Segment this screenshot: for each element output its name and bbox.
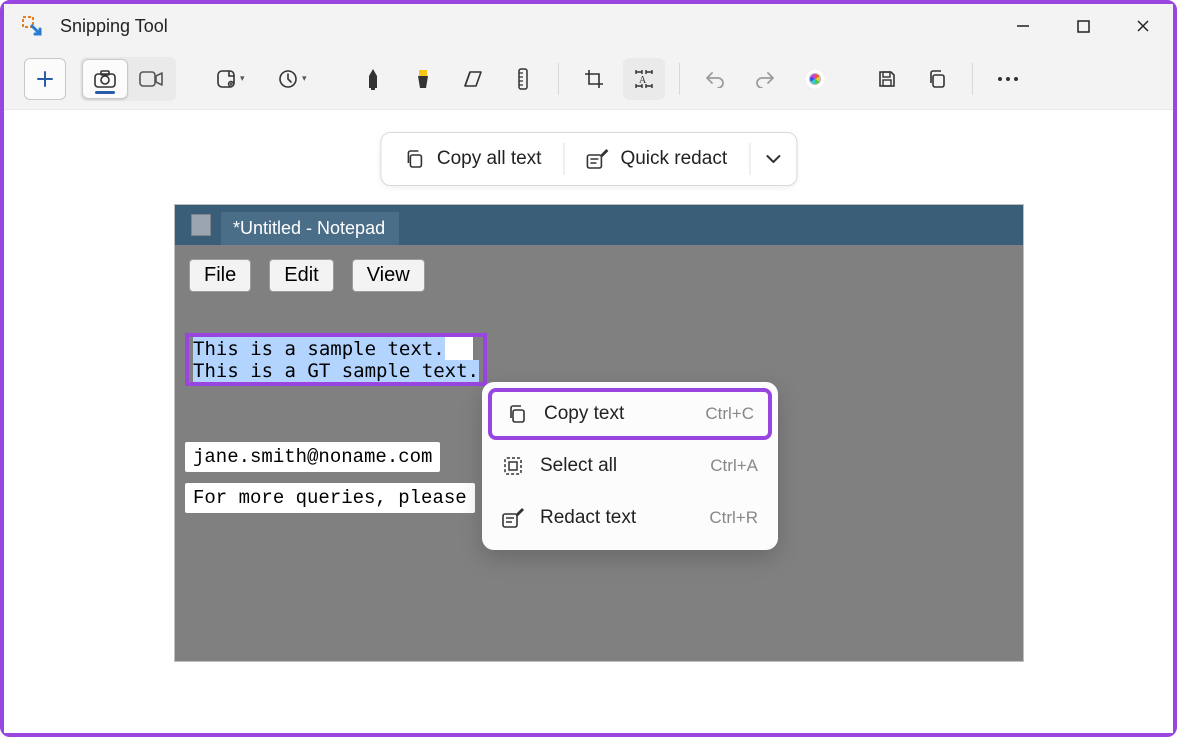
context-menu-item-select-all[interactable]: Select all Ctrl+A (488, 440, 772, 492)
separator (558, 63, 559, 95)
select-all-icon (502, 455, 524, 477)
more-button[interactable] (987, 58, 1029, 100)
context-menu-item-copy-text[interactable]: Copy text Ctrl+C (488, 388, 772, 440)
titlebar: Snipping Tool (4, 4, 1173, 48)
document-icon (191, 214, 211, 236)
toolbar: ▾ ▾ A (4, 48, 1173, 110)
delay-dropdown[interactable]: ▾ (268, 58, 322, 100)
app-title: Snipping Tool (60, 16, 168, 37)
crop-tool-button[interactable] (573, 58, 615, 100)
workspace: Copy all text Quick redact *Untitled - N… (4, 110, 1173, 733)
photo-mode-button[interactable] (82, 59, 128, 99)
undo-button[interactable] (694, 58, 736, 100)
highlighter-tool-button[interactable] (402, 58, 444, 100)
close-button[interactable] (1113, 4, 1173, 48)
copy-icon (506, 403, 528, 425)
menu-item-shortcut: Ctrl+C (705, 404, 754, 424)
text-actions-floatbar: Copy all text Quick redact (380, 132, 797, 186)
context-menu-item-redact-text[interactable]: Redact text Ctrl+R (488, 492, 772, 544)
quick-redact-label: Quick redact (620, 148, 727, 170)
menu-item-label: Copy text (544, 403, 624, 425)
ocr-text-more[interactable]: For more queries, please (185, 483, 475, 513)
pen-tool-button[interactable] (352, 58, 394, 100)
menu-item-label: Redact text (540, 507, 636, 529)
redact-icon (586, 148, 608, 170)
context-menu: Copy text Ctrl+C Select all Ctrl+A Redac… (482, 382, 778, 550)
copy-icon (403, 148, 425, 170)
edit-in-paint-button[interactable] (794, 58, 836, 100)
svg-text:A: A (639, 75, 647, 86)
ocr-text-email[interactable]: jane.smith@noname.com (185, 442, 440, 472)
eraser-tool-button[interactable] (452, 58, 494, 100)
menu-item-label: Select all (540, 455, 617, 477)
snip-shape-dropdown[interactable]: ▾ (206, 58, 260, 100)
notepad-menu: File Edit View (175, 245, 1023, 306)
copy-all-text-button[interactable]: Copy all text (381, 133, 564, 185)
text-actions-button[interactable]: A (623, 58, 665, 100)
notepad-titlebar: *Untitled - Notepad (175, 205, 1023, 245)
capture-mode-group (80, 57, 176, 101)
floatbar-more-button[interactable] (750, 154, 796, 164)
paint-palette-icon (805, 69, 825, 89)
notepad-tab-title: *Untitled - Notepad (221, 212, 399, 245)
redact-icon (502, 507, 524, 529)
menu-item-shortcut: Ctrl+R (709, 508, 758, 528)
separator (972, 63, 973, 95)
app-icon (22, 16, 42, 36)
save-button[interactable] (866, 58, 908, 100)
quick-redact-button[interactable]: Quick redact (564, 133, 749, 185)
new-snip-button[interactable] (24, 58, 66, 100)
notepad-menu-view: View (352, 259, 425, 292)
selected-text-region[interactable]: This is a sample text. This is a GT samp… (185, 333, 487, 386)
selected-text-line-1: This is a sample text. (193, 337, 473, 360)
redo-button[interactable] (744, 58, 786, 100)
chevron-down-icon: ▾ (302, 73, 307, 84)
video-mode-button[interactable] (128, 59, 174, 99)
menu-item-shortcut: Ctrl+A (710, 456, 758, 476)
notepad-menu-edit: Edit (269, 259, 333, 292)
chevron-down-icon: ▾ (240, 73, 245, 84)
copy-button[interactable] (916, 58, 958, 100)
ruler-tool-button[interactable] (502, 58, 544, 100)
notepad-menu-file: File (189, 259, 251, 292)
maximize-button[interactable] (1053, 4, 1113, 48)
selected-text-line-2: This is a GT sample text. (193, 360, 479, 382)
window-controls (993, 4, 1173, 48)
minimize-button[interactable] (993, 4, 1053, 48)
copy-all-text-label: Copy all text (437, 148, 542, 170)
separator (679, 63, 680, 95)
